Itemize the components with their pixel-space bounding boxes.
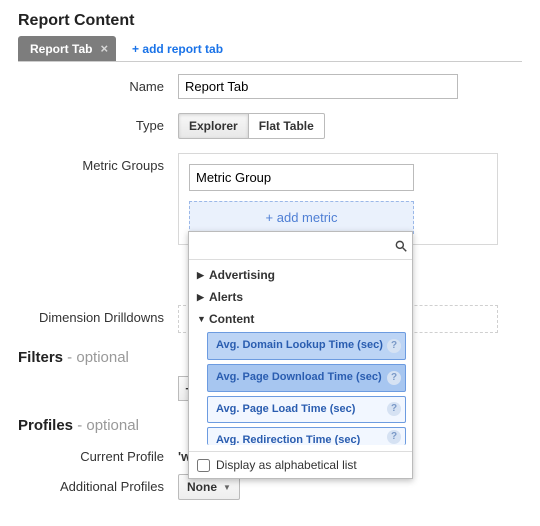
additional-profiles-label: Additional Profiles [18,474,178,494]
chevron-down-icon: ▼ [197,314,207,324]
alphabetical-toggle[interactable]: Display as alphabetical list [189,451,412,478]
metric-dropdown: ▶ Advertising ▶ Alerts ▼ Content Avg. Do… [188,231,413,479]
metric-item[interactable]: Avg. Redirection Time (sec) ? [207,427,406,445]
search-icon[interactable] [394,239,408,253]
type-label: Type [18,113,178,133]
chevron-right-icon: ▶ [197,270,207,281]
dimension-label: Dimension Drilldowns [18,305,178,325]
category-alerts[interactable]: ▶ Alerts [189,286,412,308]
chevron-down-icon: ▼ [223,483,231,492]
help-icon[interactable]: ? [387,339,401,353]
tab-report[interactable]: Report Tab × [18,36,116,61]
tab-label: Report Tab [30,42,92,56]
name-label: Name [18,74,178,94]
chevron-right-icon: ▶ [197,292,207,303]
current-profile-label: Current Profile [18,444,178,464]
category-advertising[interactable]: ▶ Advertising [189,264,412,286]
metric-list[interactable]: ▶ Advertising ▶ Alerts ▼ Content Avg. Do… [189,260,412,451]
section-title: Report Content [18,12,522,30]
add-metric-button[interactable]: + add metric [189,201,414,234]
close-icon[interactable]: × [100,41,108,56]
category-content[interactable]: ▼ Content [189,308,412,330]
help-icon[interactable]: ? [387,430,401,444]
type-explorer-button[interactable]: Explorer [178,113,249,139]
alphabetical-checkbox[interactable] [197,459,210,472]
metric-search-input[interactable] [193,234,394,257]
add-report-tab-link[interactable]: + add report tab [132,42,223,56]
type-toggle: Explorer Flat Table [178,113,522,139]
metric-group-name-input[interactable] [189,164,414,191]
metric-item[interactable]: Avg. Domain Lookup Time (sec) ? [207,332,406,360]
tab-row: Report Tab × + add report tab [18,36,522,62]
name-input[interactable] [178,74,458,99]
metric-groups-label: Metric Groups [18,153,178,173]
metric-item[interactable]: Avg. Page Load Time (sec) ? [207,396,406,424]
help-icon[interactable]: ? [387,371,401,385]
metric-item[interactable]: Avg. Page Download Time (sec) ? [207,364,406,392]
type-flat-table-button[interactable]: Flat Table [249,113,325,139]
help-icon[interactable]: ? [387,402,401,416]
